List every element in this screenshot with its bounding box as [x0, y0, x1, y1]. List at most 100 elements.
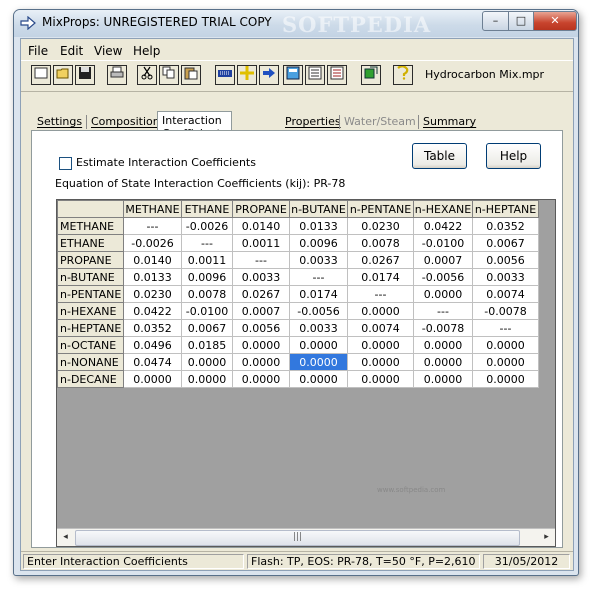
- tab-settings[interactable]: Settings: [37, 115, 82, 128]
- column-header[interactable]: ETHANE: [181, 200, 233, 218]
- grid-cell[interactable]: 0.0000: [181, 370, 233, 388]
- menu-view[interactable]: View: [94, 44, 122, 58]
- paste-icon[interactable]: [181, 65, 201, 85]
- grid-cell[interactable]: 0.0000: [472, 336, 539, 354]
- grid-cell[interactable]: -0.0026: [123, 234, 182, 252]
- column-header[interactable]: PROPANE: [232, 200, 290, 218]
- grid-cell[interactable]: 0.0033: [289, 319, 348, 337]
- scroll-left-icon[interactable]: ◂: [57, 529, 74, 546]
- row-header[interactable]: n-DECANE: [57, 370, 124, 388]
- row-header[interactable]: n-NONANE: [57, 353, 124, 371]
- grid-cell[interactable]: 0.0174: [289, 285, 348, 303]
- column-header[interactable]: n-PENTANE: [347, 200, 414, 218]
- grid-cell[interactable]: 0.0352: [472, 217, 539, 235]
- horizontal-scrollbar[interactable]: ◂ ||| ▸: [57, 528, 555, 546]
- grid-cell[interactable]: 0.0000: [232, 353, 290, 371]
- estimate-checkbox[interactable]: [59, 157, 72, 170]
- grid-cell[interactable]: -0.0078: [472, 302, 539, 320]
- grid-cell[interactable]: 0.0067: [181, 319, 233, 337]
- grid-cell[interactable]: 0.0000: [347, 336, 414, 354]
- help-button[interactable]: Help: [486, 143, 541, 169]
- grid-cell[interactable]: 0.0000: [181, 353, 233, 371]
- grid-cell[interactable]: 0.0000: [289, 370, 348, 388]
- grid-cell[interactable]: ---: [123, 217, 182, 235]
- grid-cell[interactable]: -0.0026: [181, 217, 233, 235]
- column-header[interactable]: n-HEPTANE: [472, 200, 539, 218]
- tab-composition[interactable]: Composition: [91, 115, 160, 128]
- grid-cell[interactable]: 0.0133: [289, 217, 348, 235]
- grid-cell[interactable]: 0.0056: [472, 251, 539, 269]
- grid-cell[interactable]: 0.0422: [123, 302, 182, 320]
- grid-cell[interactable]: 0.0007: [232, 302, 290, 320]
- grid-cell[interactable]: 0.0033: [289, 251, 348, 269]
- grid-cell[interactable]: 0.0140: [123, 251, 182, 269]
- tab-summary[interactable]: Summary: [423, 115, 476, 128]
- tab-properties[interactable]: Properties: [285, 115, 341, 128]
- grid-cell[interactable]: 0.0000: [413, 370, 473, 388]
- grid-cell[interactable]: 0.0140: [232, 217, 290, 235]
- maximize-button[interactable]: □: [508, 11, 534, 31]
- grid-cell[interactable]: 0.0422: [413, 217, 473, 235]
- column-header[interactable]: METHANE: [123, 200, 182, 218]
- grid-cell[interactable]: 0.0352: [123, 319, 182, 337]
- grid-cell[interactable]: 0.0496: [123, 336, 182, 354]
- data-table-alt-icon[interactable]: [327, 65, 347, 85]
- grid-cell[interactable]: 0.0007: [413, 251, 473, 269]
- column-header[interactable]: n-HEXANE: [413, 200, 473, 218]
- grid-cell[interactable]: -0.0100: [413, 234, 473, 252]
- grid-cell[interactable]: 0.0000: [472, 370, 539, 388]
- menu-file[interactable]: File: [28, 44, 48, 58]
- cut-icon[interactable]: [137, 65, 157, 85]
- grid-cell[interactable]: ---: [232, 251, 290, 269]
- grid-cell[interactable]: ---: [289, 268, 348, 286]
- calculator-icon[interactable]: [283, 65, 303, 85]
- tab-interaction-coefficients[interactable]: Interaction Coefficients: [157, 111, 232, 140]
- menu-help[interactable]: Help: [133, 44, 160, 58]
- grid-cell[interactable]: 0.0000: [347, 302, 414, 320]
- grid-cell[interactable]: 0.0000: [289, 353, 348, 371]
- grid-cell[interactable]: 0.0000: [232, 370, 290, 388]
- export-icon[interactable]: [361, 65, 381, 85]
- grid-cell[interactable]: 0.0185: [181, 336, 233, 354]
- save-icon[interactable]: [75, 65, 95, 85]
- table-button[interactable]: Table: [412, 143, 467, 169]
- grid-cell[interactable]: 0.0000: [123, 370, 182, 388]
- grid-cell[interactable]: 0.0267: [232, 285, 290, 303]
- grid-cell[interactable]: -0.0100: [181, 302, 233, 320]
- row-header[interactable]: PROPANE: [57, 251, 124, 269]
- grid-cell[interactable]: 0.0011: [181, 251, 233, 269]
- column-header[interactable]: n-BUTANE: [289, 200, 348, 218]
- grid-cell[interactable]: 0.0000: [289, 336, 348, 354]
- grid-cell[interactable]: 0.0230: [123, 285, 182, 303]
- grid-cell[interactable]: 0.0074: [472, 285, 539, 303]
- grid-cell[interactable]: 0.0067: [472, 234, 539, 252]
- grid-cell[interactable]: 0.0000: [347, 353, 414, 371]
- grid-cell[interactable]: ---: [347, 285, 414, 303]
- new-icon[interactable]: [31, 65, 51, 85]
- grid-cell[interactable]: 0.0074: [347, 319, 414, 337]
- row-header[interactable]: ETHANE: [57, 234, 124, 252]
- grid-cell[interactable]: 0.0000: [413, 353, 473, 371]
- copy-icon[interactable]: [159, 65, 179, 85]
- data-table-icon[interactable]: [305, 65, 325, 85]
- grid-cell[interactable]: 0.0000: [232, 336, 290, 354]
- grid-cell[interactable]: 0.0000: [413, 336, 473, 354]
- row-header[interactable]: METHANE: [57, 217, 124, 235]
- row-header[interactable]: n-OCTANE: [57, 336, 124, 354]
- grid-cell[interactable]: 0.0000: [472, 353, 539, 371]
- grid-cell[interactable]: 0.0033: [232, 268, 290, 286]
- grid-cell[interactable]: 0.0000: [347, 370, 414, 388]
- row-header[interactable]: n-HEXANE: [57, 302, 124, 320]
- help-icon[interactable]: [393, 65, 413, 85]
- grid-cell[interactable]: 0.0000: [413, 285, 473, 303]
- arrow-icon[interactable]: [259, 65, 279, 85]
- row-header[interactable]: n-HEPTANE: [57, 319, 124, 337]
- print-icon[interactable]: [107, 65, 127, 85]
- close-button[interactable]: ✕: [533, 11, 577, 31]
- grid-cell[interactable]: 0.0078: [347, 234, 414, 252]
- crosshair-icon[interactable]: [237, 65, 257, 85]
- open-icon[interactable]: [53, 65, 73, 85]
- scroll-thumb[interactable]: |||: [75, 530, 520, 546]
- grid-cell[interactable]: 0.0011: [232, 234, 290, 252]
- minimize-button[interactable]: –: [482, 11, 509, 31]
